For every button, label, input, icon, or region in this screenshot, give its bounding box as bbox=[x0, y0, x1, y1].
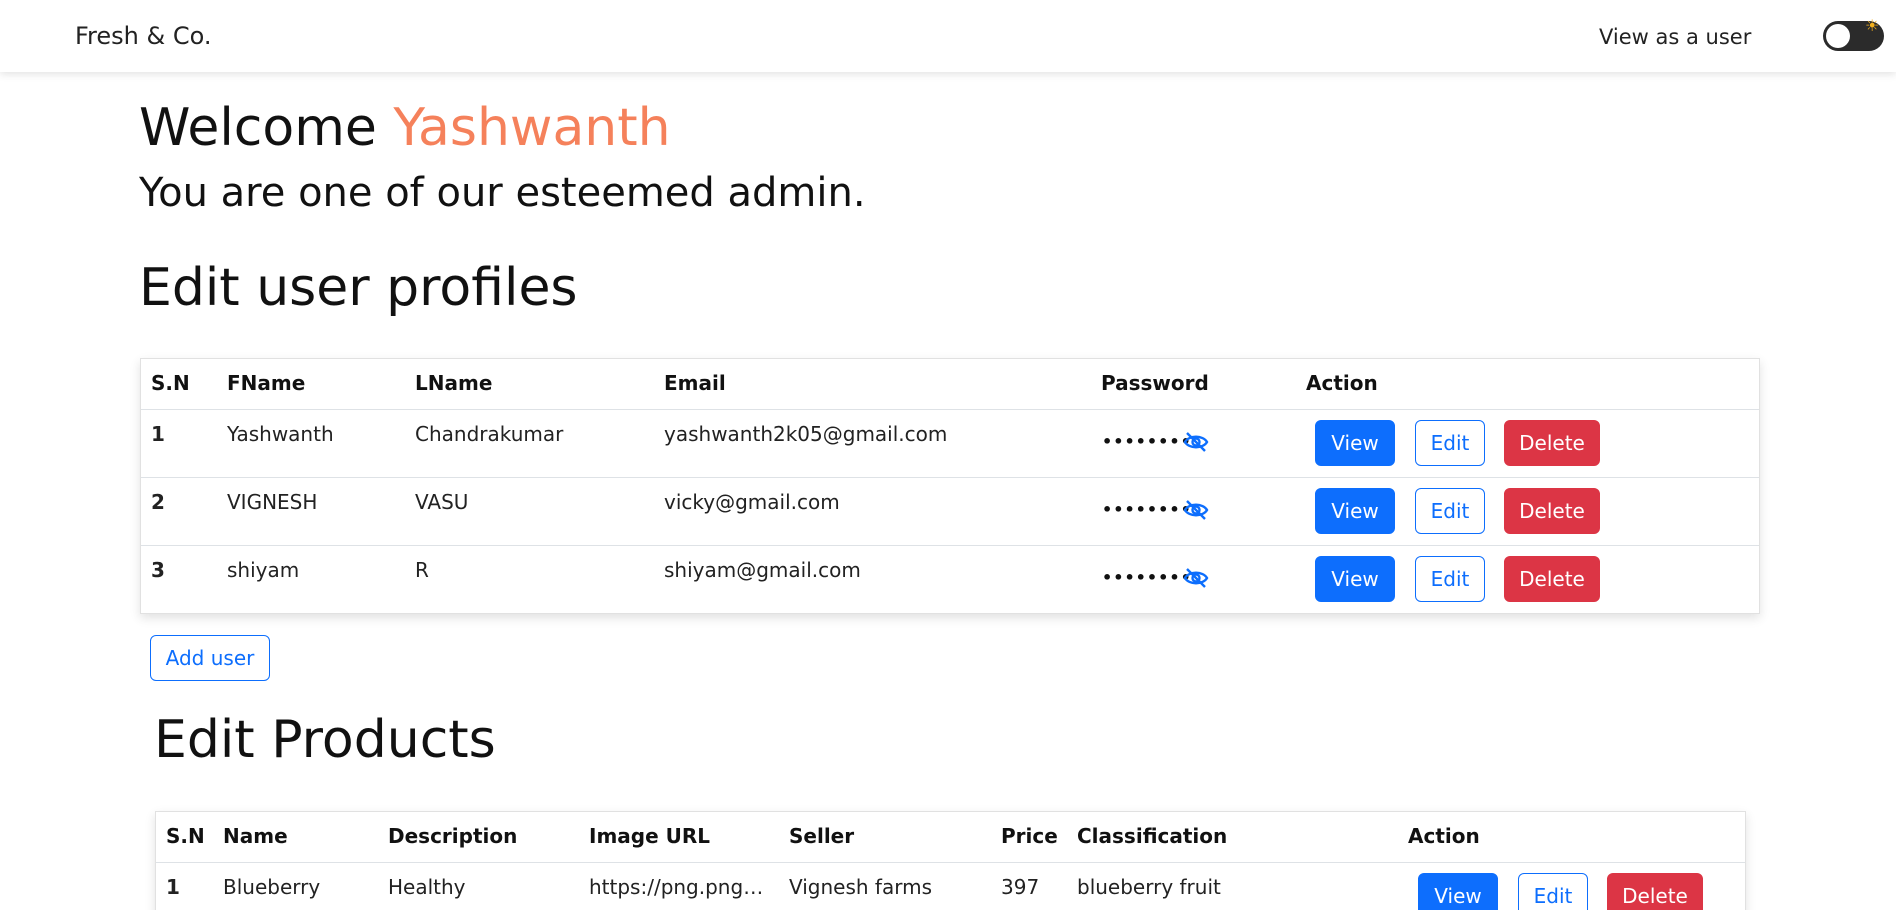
cell-image-url: https://png.pngtree.com bbox=[589, 875, 771, 899]
edit-button[interactable]: Edit bbox=[1415, 420, 1485, 466]
cell-price: 397 bbox=[1001, 875, 1040, 899]
cell-sn: 3 bbox=[151, 558, 165, 582]
header-description: Description bbox=[388, 824, 518, 848]
cell-lname: VASU bbox=[415, 490, 469, 514]
header-fname: FName bbox=[227, 371, 306, 395]
header-sn: S.N bbox=[151, 371, 190, 395]
header-action: Action bbox=[1306, 371, 1378, 395]
edit-button[interactable]: Edit bbox=[1518, 873, 1588, 910]
toggle-knob bbox=[1826, 24, 1850, 48]
edit-button[interactable]: Edit bbox=[1415, 488, 1485, 534]
cell-fname: shiyam bbox=[227, 558, 300, 582]
navbar: Fresh & Co. View as a user ☀ bbox=[0, 0, 1896, 72]
header-email: Email bbox=[664, 371, 726, 395]
add-user-button[interactable]: Add user bbox=[150, 635, 270, 681]
eye-slash-icon[interactable] bbox=[1183, 431, 1209, 453]
products-table-header: S.N Name Description Image URL Seller Pr… bbox=[156, 812, 1745, 863]
welcome-subtitle: You are one of our esteemed admin. bbox=[139, 170, 866, 216]
header-image-url: Image URL bbox=[589, 824, 711, 848]
table-row: 1 Blueberry Healthy https://png.pngtree.… bbox=[156, 863, 1745, 910]
delete-button[interactable]: Delete bbox=[1504, 420, 1600, 466]
cell-fname: VIGNESH bbox=[227, 490, 318, 514]
table-row: 2 VIGNESH VASU vicky@gmail.com •••••••• … bbox=[141, 478, 1759, 546]
view-as-user-label: View as a user bbox=[1599, 25, 1752, 49]
header-price: Price bbox=[1001, 824, 1058, 848]
delete-button[interactable]: Delete bbox=[1504, 488, 1600, 534]
cell-sn: 1 bbox=[151, 422, 165, 446]
cell-fname: Yashwanth bbox=[227, 422, 334, 446]
password-mask: •••••••• bbox=[1102, 568, 1192, 587]
delete-button[interactable]: Delete bbox=[1504, 556, 1600, 602]
cell-seller: Vignesh farms bbox=[789, 875, 932, 899]
table-row: 3 shiyam R shiyam@gmail.com •••••••• Vie… bbox=[141, 546, 1759, 614]
welcome-prefix: Welcome bbox=[139, 98, 377, 158]
view-button[interactable]: View bbox=[1315, 556, 1395, 602]
header-classification: Classification bbox=[1077, 824, 1228, 848]
cell-classification: blueberry fruit bbox=[1077, 875, 1221, 899]
view-as-user-toggle[interactable]: ☀ bbox=[1823, 16, 1884, 51]
users-table-header: S.N FName LName Email Password Action bbox=[141, 359, 1759, 410]
users-section-title: Edit user profiles bbox=[139, 258, 578, 318]
cell-lname: Chandrakumar bbox=[415, 422, 564, 446]
header-name: Name bbox=[223, 824, 288, 848]
header-action: Action bbox=[1408, 824, 1480, 848]
welcome-heading: Welcome Yashwanth bbox=[139, 98, 671, 158]
password-mask: •••••••• bbox=[1102, 500, 1192, 519]
cell-description: Healthy bbox=[388, 875, 466, 899]
view-button[interactable]: View bbox=[1315, 420, 1395, 466]
edit-button[interactable]: Edit bbox=[1415, 556, 1485, 602]
sun-icon: ☀ bbox=[1865, 16, 1880, 35]
password-mask: •••••••• bbox=[1102, 432, 1192, 451]
view-button[interactable]: View bbox=[1418, 873, 1498, 910]
eye-slash-icon[interactable] bbox=[1183, 567, 1209, 589]
cell-email: vicky@gmail.com bbox=[664, 490, 840, 514]
view-button[interactable]: View bbox=[1315, 488, 1395, 534]
brand-logo[interactable]: Fresh & Co. bbox=[75, 22, 212, 50]
welcome-username: Yashwanth bbox=[393, 98, 671, 158]
cell-lname: R bbox=[415, 558, 429, 582]
header-password: Password bbox=[1101, 371, 1209, 395]
eye-slash-icon[interactable] bbox=[1183, 499, 1209, 521]
cell-name: Blueberry bbox=[223, 875, 321, 899]
cell-sn: 2 bbox=[151, 490, 165, 514]
cell-email: yashwanth2k05@gmail.com bbox=[664, 422, 948, 446]
users-table: S.N FName LName Email Password Action 1 … bbox=[140, 358, 1760, 614]
cell-email: shiyam@gmail.com bbox=[664, 558, 861, 582]
header-seller: Seller bbox=[789, 824, 855, 848]
header-lname: LName bbox=[415, 371, 493, 395]
cell-sn: 1 bbox=[166, 875, 180, 899]
header-sn: S.N bbox=[166, 824, 205, 848]
products-section-title: Edit Products bbox=[154, 710, 496, 770]
delete-button[interactable]: Delete bbox=[1607, 873, 1703, 910]
table-row: 1 Yashwanth Chandrakumar yashwanth2k05@g… bbox=[141, 410, 1759, 478]
products-table: S.N Name Description Image URL Seller Pr… bbox=[155, 811, 1746, 910]
